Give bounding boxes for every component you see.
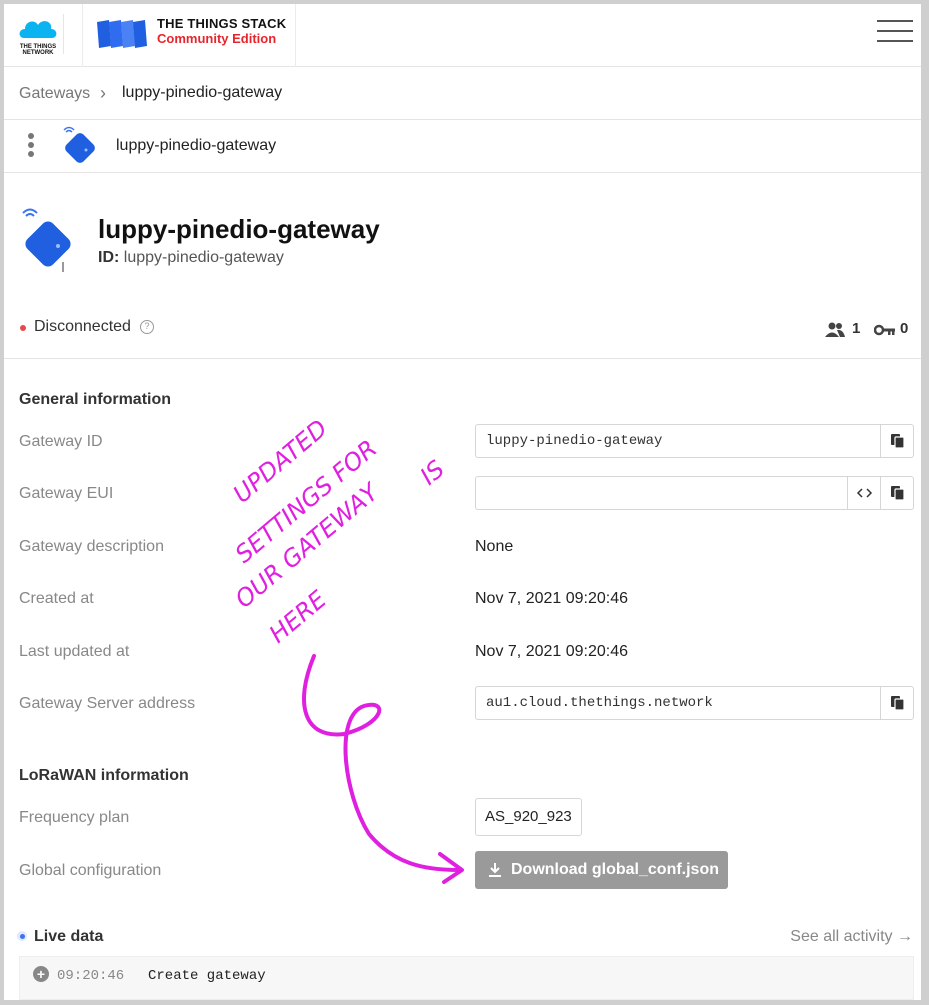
breadcrumb-gateways[interactable]: Gateways bbox=[19, 85, 90, 103]
collaborators-count[interactable]: 1 bbox=[824, 320, 864, 338]
top-header: THE THINGS NETWORK THE THINGS STACK Comm… bbox=[4, 4, 921, 67]
gateway-id-label: ID: bbox=[98, 249, 120, 266]
annotation-line-updated: UPDATED bbox=[228, 414, 333, 508]
gateway-eui-label: Gateway EUI bbox=[19, 485, 114, 502]
created-at-value: Nov 7, 2021 09:20:46 bbox=[475, 590, 629, 607]
lorawan-info-title: LoRaWAN information bbox=[19, 767, 189, 784]
gateway-server-value: au1.cloud.thethings.network bbox=[486, 695, 713, 711]
help-icon[interactable]: ? bbox=[140, 320, 154, 334]
see-all-activity-link[interactable]: See all activity → bbox=[790, 928, 913, 946]
frequency-plan-label: Frequency plan bbox=[19, 809, 130, 826]
gateway-eui-field[interactable] bbox=[475, 476, 914, 510]
annotation-line-settings: SETTINGS FOR bbox=[230, 434, 383, 568]
gateway-description-value: None bbox=[475, 538, 514, 555]
annotation-arrowhead bbox=[438, 852, 464, 884]
frequency-plan-value: AS_920_923 bbox=[475, 798, 582, 836]
key-icon bbox=[874, 324, 895, 336]
toggle-format-icon[interactable] bbox=[847, 477, 880, 509]
copy-icon[interactable] bbox=[880, 687, 913, 719]
breadcrumb: Gateways › luppy-pinedio-gateway bbox=[4, 67, 921, 120]
gateway-id-field-label: Gateway ID bbox=[19, 433, 103, 450]
last-updated-value: Nov 7, 2021 09:20:46 bbox=[475, 643, 629, 660]
subheader-title: luppy-pinedio-gateway bbox=[116, 137, 277, 154]
event-name: Create gateway bbox=[148, 968, 266, 984]
stack-subtitle: Community Edition bbox=[157, 31, 277, 46]
gateway-subheader: luppy-pinedio-gateway bbox=[4, 120, 921, 173]
gateway-id-field[interactable]: luppy-pinedio-gateway bbox=[475, 424, 914, 458]
collaborators-value: 1 bbox=[852, 320, 861, 337]
gateway-large-icon bbox=[22, 208, 71, 272]
annotation-arrow bbox=[302, 654, 461, 872]
annotation-line-is: IS bbox=[415, 455, 450, 491]
stack-logo-icon bbox=[97, 20, 147, 48]
hamburger-icon[interactable] bbox=[877, 20, 913, 44]
last-updated-label: Last updated at bbox=[19, 643, 130, 660]
status-text: Disconnected bbox=[34, 318, 131, 335]
download-global-conf-button[interactable]: Download global_conf.json bbox=[475, 851, 728, 889]
gateway-server-label: Gateway Server address bbox=[19, 695, 196, 712]
people-icon bbox=[825, 322, 845, 337]
kebab-menu-icon[interactable] bbox=[28, 133, 38, 159]
chevron-right-icon: › bbox=[100, 83, 106, 103]
gateway-server-field[interactable]: au1.cloud.thethings.network bbox=[475, 686, 914, 720]
stack-title: THE THINGS STACK bbox=[157, 16, 287, 31]
ttn-logo[interactable]: THE THINGS NETWORK bbox=[16, 14, 64, 56]
stack-logo[interactable]: THE THINGS STACK Community Edition bbox=[82, 4, 296, 67]
status-dot-icon bbox=[20, 325, 26, 331]
page-frame: THE THINGS NETWORK THE THINGS STACK Comm… bbox=[4, 4, 921, 1000]
annotation-line-here: HERE bbox=[264, 585, 332, 649]
copy-icon[interactable] bbox=[880, 477, 913, 509]
status-row: Disconnected ? 1 0 bbox=[4, 304, 921, 359]
copy-icon[interactable] bbox=[880, 425, 913, 457]
api-keys-count[interactable]: 0 bbox=[874, 320, 914, 338]
annotation-line-gateway: OUR GATEWAY bbox=[230, 477, 386, 614]
ttn-logo-text: THE THINGS NETWORK bbox=[19, 44, 57, 56]
gateway-id-line: ID: luppy-pinedio-gateway bbox=[98, 249, 284, 267]
gateway-description-label: Gateway description bbox=[19, 538, 164, 555]
gateway-id-field-value: luppy-pinedio-gateway bbox=[486, 433, 663, 449]
cloud-icon bbox=[19, 21, 57, 38]
breadcrumb-current: luppy-pinedio-gateway bbox=[122, 84, 283, 101]
event-row[interactable]: + 09:20:46 Create gateway bbox=[19, 956, 914, 1000]
gateway-id-value: luppy-pinedio-gateway bbox=[123, 249, 284, 266]
created-at-label: Created at bbox=[19, 590, 94, 607]
global-config-label: Global configuration bbox=[19, 862, 162, 879]
gateway-icon bbox=[63, 126, 95, 163]
download-icon bbox=[489, 863, 501, 877]
general-info-title: General information bbox=[19, 391, 172, 408]
download-button-label: Download global_conf.json bbox=[511, 861, 719, 878]
live-data-title: Live data bbox=[34, 928, 104, 945]
event-time: 09:20:46 bbox=[57, 968, 125, 984]
live-dot-icon bbox=[17, 931, 27, 941]
page-title: luppy-pinedio-gateway bbox=[98, 214, 380, 244]
expand-plus-icon[interactable]: + bbox=[33, 966, 49, 982]
api-keys-value: 0 bbox=[900, 320, 909, 337]
